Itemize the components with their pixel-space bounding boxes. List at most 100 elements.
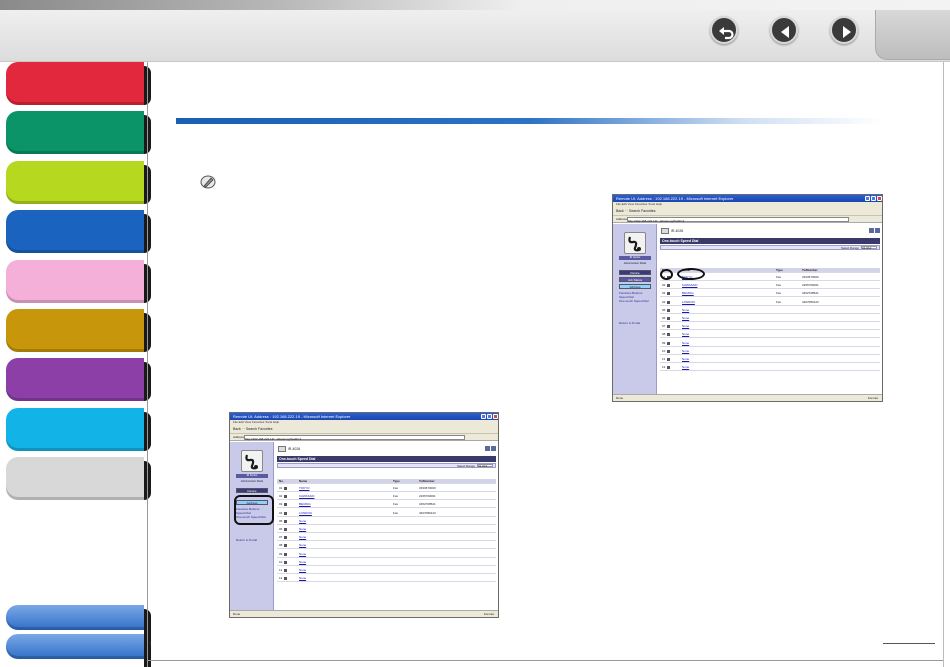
chapter-tab-5[interactable]: [6, 260, 151, 303]
refresh-icon[interactable]: [869, 228, 874, 233]
entry-name-link[interactable]: None: [682, 348, 689, 355]
maximize-icon[interactable]: [487, 414, 492, 419]
next-page-button[interactable]: [830, 16, 858, 44]
entry-type-icon: [284, 503, 287, 507]
help-icon[interactable]: [491, 446, 496, 451]
close-icon[interactable]: [493, 414, 498, 419]
entry-name-link[interactable]: None: [682, 340, 689, 347]
chapter-tab-9[interactable]: [6, 457, 151, 500]
sidebar-address-button[interactable]: Address: [236, 500, 268, 505]
select-range-label: Select Range: [456, 464, 475, 468]
sidebar-address-button[interactable]: Address: [619, 284, 651, 289]
entry-name-link[interactable]: None: [299, 559, 306, 566]
minimize-icon[interactable]: [481, 414, 486, 419]
entry-number-value: 3452708521: [419, 502, 436, 507]
help-icon[interactable]: [875, 228, 880, 233]
entry-type-icon: [284, 544, 287, 548]
table-row: 10 None: [277, 559, 496, 566]
entry-type-icon: [667, 325, 670, 329]
entry-type: Fax: [393, 486, 399, 490]
chapter-tab-1[interactable]: [6, 62, 151, 105]
sidebar-link-one-touch[interactable]: One-touch Speed Dial: [619, 299, 653, 304]
entry-number: 08: [662, 332, 666, 337]
entry-name-link[interactable]: None: [682, 307, 689, 314]
entry-name-link[interactable]: None: [299, 575, 306, 582]
entry-name-link[interactable]: None: [682, 331, 689, 338]
chapter-tab-4[interactable]: [6, 210, 151, 253]
browser-toolbar[interactable]: Back · · Search Favorites: [613, 207, 882, 216]
entry-number-value: 3452708521: [802, 291, 819, 296]
table-header-row: No. Name Type To/Number: [277, 479, 496, 484]
entry-name-link[interactable]: BEIJING: [299, 501, 311, 508]
entry-name-link[interactable]: None: [299, 542, 306, 549]
entry-type: Fax: [776, 283, 782, 288]
entry-number: 02: [279, 494, 283, 499]
entry-name-link[interactable]: KAWASAKI: [682, 282, 697, 289]
sidebar-link-portal[interactable]: Return to Portal: [619, 321, 649, 326]
minimize-icon[interactable]: [865, 196, 870, 201]
entry-name-link[interactable]: None: [682, 315, 689, 322]
panel-title: One-touch Speed Dial: [660, 238, 880, 244]
back-button[interactable]: [710, 16, 738, 44]
entry-name-link[interactable]: TOKYO: [299, 485, 309, 492]
table-row: 05 None: [277, 518, 496, 525]
content-frame-right: [943, 62, 944, 667]
close-icon[interactable]: [877, 196, 882, 201]
entry-number: 01: [662, 275, 666, 279]
sidebar-job-status-button[interactable]: Job Status: [619, 277, 651, 282]
table-row: 11 None: [660, 356, 880, 363]
bottom-tab-1[interactable]: [6, 605, 151, 648]
status-bar: Done Internet: [613, 394, 882, 401]
chapter-tab-6[interactable]: [6, 309, 151, 352]
entry-name-link[interactable]: None: [682, 364, 689, 371]
entry-name-link[interactable]: KAWASAKI: [299, 493, 314, 500]
previous-page-button[interactable]: [770, 16, 798, 44]
entry-name-link[interactable]: None: [299, 551, 306, 558]
entry-name-link[interactable]: TOKYO: [682, 274, 692, 281]
entry-name-link[interactable]: None: [299, 534, 306, 541]
table-row: 03 BEIJING Fax 3452708521: [660, 290, 880, 298]
table-row: 01 TOKYO Fax 3333670000: [660, 274, 880, 281]
column-header: Type: [393, 479, 400, 483]
entry-name-link[interactable]: BEIJING: [682, 290, 694, 297]
select-range-dropdown[interactable]: 01-012: [477, 464, 493, 468]
chapter-tab-7[interactable]: [6, 358, 151, 401]
bottom-tab-2[interactable]: [6, 634, 151, 667]
entry-number: 10: [662, 348, 666, 353]
sidebar-link-portal[interactable]: Return to Portal: [236, 538, 266, 543]
refresh-icon[interactable]: [485, 446, 490, 451]
browser-toolbar[interactable]: Back · · Search Favorites: [230, 425, 498, 434]
table-row: 07 None: [277, 534, 496, 542]
column-header: To/Number: [419, 479, 435, 483]
entry-type-icon: [284, 519, 287, 523]
address-field[interactable]: http://192.168.222.19/.../abook.cgi?addr…: [244, 435, 465, 441]
entry-name-link[interactable]: LONDON: [299, 510, 312, 517]
entry-name-link[interactable]: None: [682, 323, 689, 330]
table-row: 02 KAWASAKI Fax 2266700001: [277, 493, 496, 501]
entry-name-link[interactable]: None: [682, 356, 689, 363]
entry-type-icon: [667, 333, 670, 337]
table-row: 08 None: [277, 542, 496, 550]
maximize-icon[interactable]: [871, 196, 876, 201]
entry-number-value: 3333670000: [419, 486, 436, 490]
entry-type-icon: [284, 536, 287, 540]
entry-type-icon: [284, 528, 287, 531]
entry-name-link[interactable]: None: [299, 526, 306, 533]
address-field[interactable]: http://192.168.222.19/.../abook.cgi?addr…: [627, 217, 849, 223]
entry-name-link[interactable]: LONDON: [682, 299, 695, 306]
chapter-tab-3[interactable]: [6, 161, 151, 204]
entry-number: 12: [279, 576, 283, 581]
sidebar-device-button[interactable]: Device: [619, 270, 651, 275]
chapter-tab-2[interactable]: [6, 111, 151, 154]
entry-type-icon: [667, 300, 670, 304]
sidebar-link-one-touch[interactable]: One-touch Speed Dial: [236, 515, 270, 520]
sidebar-device-button[interactable]: Device: [236, 488, 268, 493]
chapter-tab-8[interactable]: [6, 408, 151, 451]
entry-type: Fax: [393, 510, 399, 515]
entry-name-link[interactable]: None: [299, 567, 306, 574]
device-name: iR-4026: [671, 229, 684, 233]
table-row: 05 None: [660, 307, 880, 314]
select-range-dropdown[interactable]: 01-012: [861, 246, 877, 250]
entry-name-link[interactable]: None: [299, 518, 306, 525]
top-right-tab[interactable]: [875, 10, 950, 60]
